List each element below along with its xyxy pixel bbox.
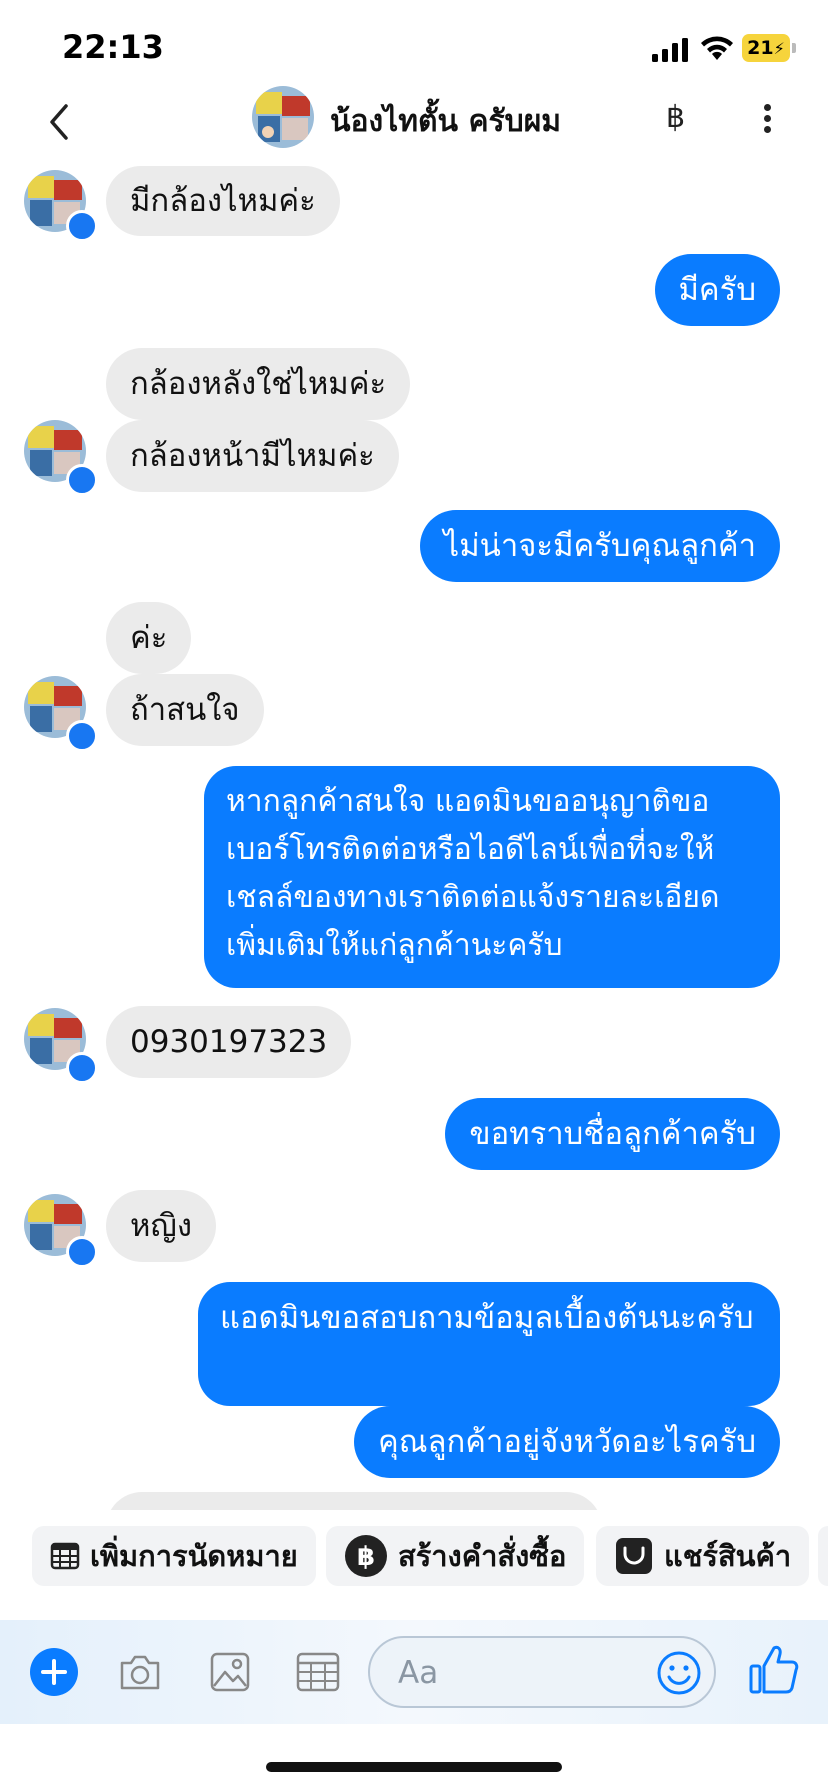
emoji-icon[interactable] (656, 1650, 702, 1696)
svg-text:฿: ฿ (357, 1542, 375, 1572)
thumbs-up-icon[interactable] (748, 1642, 800, 1696)
incoming-message[interactable]: หญิง (106, 1190, 216, 1262)
shopping-bag-icon (614, 1536, 654, 1576)
messenger-badge-icon (66, 1236, 98, 1268)
quick-action-overflow (818, 1526, 828, 1586)
messenger-badge-icon (66, 1052, 98, 1084)
create-order-label: สร้างคำสั่งซื้อ (398, 1539, 567, 1573)
add-plus-icon[interactable] (30, 1648, 78, 1696)
gallery-image-icon[interactable] (206, 1648, 254, 1696)
add-appointment-label: เพิ่มการนัดหมาย (90, 1539, 298, 1573)
create-order-button[interactable]: ฿ สร้างคำสั่งซื้อ (326, 1526, 585, 1586)
incoming-message-partial (106, 1492, 602, 1510)
incoming-message[interactable]: มีกล้องไหมค่ะ (106, 166, 340, 236)
add-appointment-button[interactable]: เพิ่มการนัดหมาย (32, 1526, 316, 1586)
message-composer (0, 1620, 828, 1724)
incoming-message[interactable]: กล้องหน้ามีไหมค่ะ (106, 420, 399, 492)
message-list: มีกล้องไหมค่ะ มีครับ กล้องหลังใช่ไหมค่ะ … (0, 0, 828, 1510)
quick-actions-bar: เพิ่มการนัดหมาย ฿ สร้างคำสั่งซื้อ แชร์สิ… (0, 1526, 828, 1588)
messenger-badge-icon (66, 464, 98, 496)
messenger-badge-icon (66, 720, 98, 752)
outgoing-message[interactable]: ไม่น่าจะมีครับคุณลูกค้า (419, 510, 780, 582)
baht-circle-icon: ฿ (344, 1534, 388, 1578)
outgoing-message[interactable]: แอดมินขอสอบถามข้อมูลเบื้องต้นนะครับ (198, 1282, 780, 1406)
message-input[interactable] (396, 1650, 640, 1696)
outgoing-message[interactable]: คุณลูกค้าอยู่จังหวัดอะไรครับ (353, 1406, 780, 1478)
camera-icon[interactable] (116, 1648, 164, 1696)
share-product-button[interactable]: แชร์สินค้า (596, 1526, 810, 1586)
outgoing-message[interactable]: หากลูกค้าสนใจ แอดมินขออนุญาติขอเบอร์โทรต… (204, 766, 780, 988)
share-product-label: แชร์สินค้า (664, 1539, 792, 1573)
incoming-message[interactable]: กล้องหลังใช่ไหมค่ะ (106, 348, 411, 420)
home-indicator (266, 1762, 562, 1772)
messenger-badge-icon (66, 210, 98, 242)
calendar-icon (50, 1541, 80, 1571)
incoming-message[interactable]: ถ้าสนใจ (106, 674, 264, 746)
message-input-field[interactable] (368, 1636, 716, 1708)
outgoing-message[interactable]: ขอทราบชื่อลูกค้าครับ (445, 1098, 780, 1170)
incoming-message[interactable]: ค่ะ (106, 602, 192, 674)
table-grid-icon[interactable] (294, 1648, 342, 1696)
outgoing-message[interactable]: มีครับ (654, 254, 780, 326)
incoming-message[interactable]: 0930197323 (106, 1006, 352, 1078)
